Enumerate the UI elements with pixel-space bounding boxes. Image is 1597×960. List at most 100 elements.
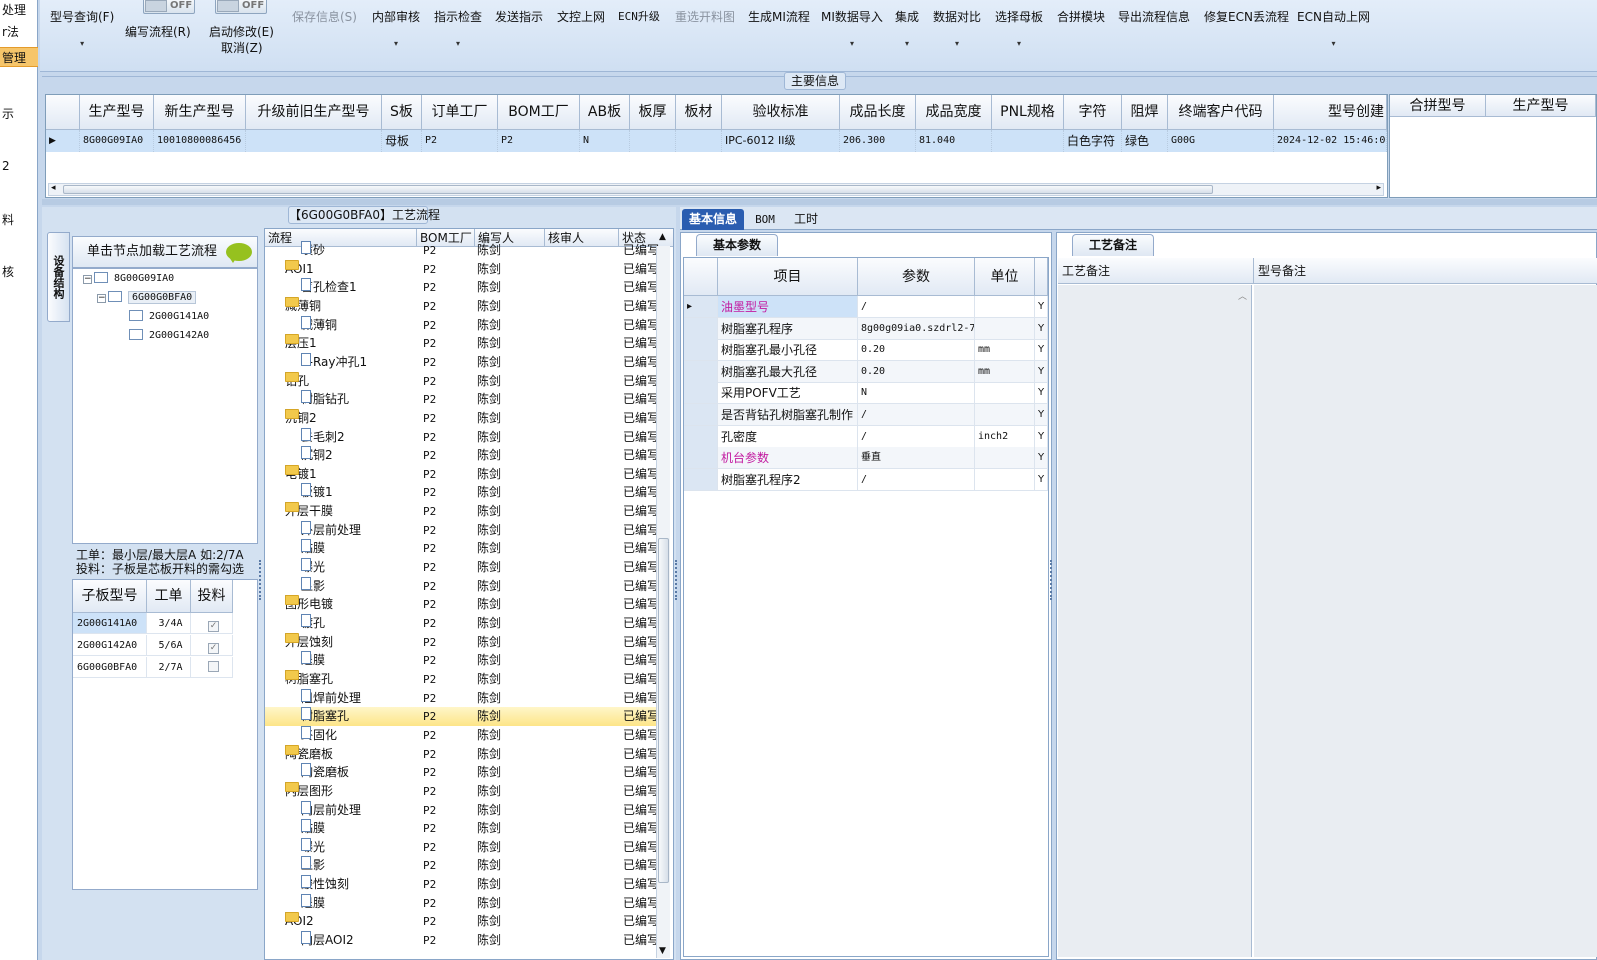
process-row[interactable]: −减薄铜P2陈剑已编写 bbox=[265, 296, 659, 316]
param-cell[interactable] bbox=[975, 382, 1035, 405]
process-row[interactable]: −树脂塞孔P2陈剑已编写 bbox=[265, 669, 659, 689]
table-cell[interactable] bbox=[676, 130, 722, 152]
process-row[interactable]: −AOI1P2陈剑已编写 bbox=[265, 259, 659, 279]
process-row[interactable]: 终固化 P2 陈剑 已编写 bbox=[265, 725, 659, 745]
nav-item[interactable]: 2 bbox=[0, 156, 38, 176]
column-header[interactable]: AB板 bbox=[580, 95, 630, 130]
process-row[interactable]: 显影 P2 陈剑 已编写 bbox=[265, 576, 659, 596]
checkbox-checked[interactable]: ✓ bbox=[208, 621, 219, 632]
param-cell[interactable]: mm bbox=[975, 360, 1035, 383]
doc-control-online-button[interactable]: 文控上网 bbox=[557, 8, 605, 25]
column-header[interactable]: 子板型号 bbox=[73, 580, 147, 613]
param-cell[interactable]: 树脂塞孔最小孔径 bbox=[718, 339, 858, 362]
column-header[interactable]: PNL规格 bbox=[992, 95, 1064, 130]
tree-node[interactable]: 2G00G141A0 bbox=[129, 309, 209, 325]
nav-item[interactable]: 料 bbox=[0, 210, 38, 230]
write-flow-button[interactable]: 编写流程(R) bbox=[125, 23, 191, 40]
process-row[interactable]: X-Ray冲孔1 P2 陈剑 已编写 bbox=[265, 352, 659, 372]
param-cell[interactable]: Y bbox=[1035, 317, 1048, 340]
scroll-right-icon[interactable]: ▸ bbox=[1376, 183, 1381, 193]
mi-data-import-button[interactable]: MI数据导入 ▾ bbox=[821, 8, 883, 49]
process-row[interactable]: 板镀1 P2 陈剑 已编写 bbox=[265, 483, 659, 502]
table-cell[interactable]: 2G00G141A0 bbox=[73, 613, 147, 634]
column-header[interactable]: 型号创建 bbox=[1274, 95, 1387, 130]
param-cell[interactable]: Y bbox=[1035, 360, 1048, 383]
param-cell[interactable]: 树脂塞孔最大孔径 bbox=[718, 360, 858, 383]
toggle-switch-icon[interactable]: OFF bbox=[143, 0, 195, 14]
param-cell[interactable]: 0.20 bbox=[858, 339, 975, 362]
table-cell[interactable]: 母板 bbox=[382, 130, 422, 152]
param-cell[interactable]: / bbox=[858, 296, 975, 318]
checkbox-checked[interactable]: ✓ bbox=[208, 643, 219, 654]
process-row[interactable]: 显影 P2 陈剑 已编写 bbox=[265, 856, 659, 875]
process-row[interactable]: −陶瓷磨板P2陈剑已编写 bbox=[265, 744, 659, 764]
param-cell[interactable]: / bbox=[858, 425, 975, 448]
process-row[interactable]: 内层AOI2 P2 陈剑 已编写 bbox=[265, 931, 659, 950]
splitter-grip[interactable] bbox=[259, 560, 263, 600]
data-compare-button[interactable]: 数据对比 ▾ bbox=[933, 8, 981, 49]
process-row[interactable]: −钻孔P2陈剑已编写 bbox=[265, 371, 659, 391]
column-header[interactable]: 阻焊 bbox=[1122, 95, 1168, 130]
toggle-switch-icon[interactable]: OFF bbox=[215, 0, 267, 14]
param-cell[interactable]: inch2 bbox=[975, 425, 1035, 448]
param-row[interactable]: 是否背钻孔树脂塞孔制作 / Y bbox=[684, 404, 1048, 426]
table-cell[interactable]: 绿色 bbox=[1122, 130, 1168, 152]
table-cell[interactable]: IPC-6012 II级 bbox=[722, 130, 840, 152]
tree-node-selected[interactable]: −6G00G0BFA0 bbox=[97, 290, 197, 306]
nav-item[interactable]: 核 bbox=[0, 262, 38, 282]
process-row[interactable]: 盲孔检查1 P2 陈剑 已编写 bbox=[265, 278, 659, 297]
param-cell[interactable]: Y bbox=[1035, 382, 1048, 405]
nav-item[interactable]: 处理 bbox=[0, 0, 38, 20]
export-flow-info-button[interactable]: 导出流程信息 bbox=[1118, 8, 1190, 25]
process-row[interactable]: 沉铜2 P2 陈剑 已编写 bbox=[265, 446, 659, 465]
column-header[interactable]: 参数 bbox=[858, 258, 975, 296]
scroll-up-icon[interactable]: ︿ bbox=[1238, 289, 1247, 302]
process-row[interactable]: −层压1P2陈剑已编写 bbox=[265, 334, 659, 353]
param-row[interactable]: ▸ 油墨型号 / Y bbox=[684, 296, 1048, 318]
process-row[interactable]: −内层图形P2陈剑已编写 bbox=[265, 781, 659, 801]
process-row[interactable]: 减薄铜 P2 陈剑 已编写 bbox=[265, 315, 659, 335]
param-row[interactable]: 树脂塞孔程序2/ Y bbox=[684, 468, 1048, 491]
send-instruction-button[interactable]: 发送指示 bbox=[495, 8, 543, 25]
param-cell[interactable]: 采用POFV工艺 bbox=[718, 382, 858, 405]
nav-item[interactable]: r法 bbox=[0, 22, 38, 42]
process-row[interactable]: 退膜 P2 陈剑 已编写 bbox=[265, 651, 659, 670]
column-header[interactable]: S板 bbox=[382, 95, 422, 130]
column-header[interactable]: 项目 bbox=[718, 258, 858, 296]
param-cell[interactable]: Y bbox=[1035, 339, 1048, 362]
table-cell[interactable]: 2/7A bbox=[147, 657, 191, 678]
param-cell[interactable]: 机台参数 bbox=[718, 447, 858, 470]
fix-ecn-lost-flow-button[interactable]: 修复ECN丢流程 bbox=[1204, 8, 1289, 25]
collapse-icon[interactable]: − bbox=[97, 294, 106, 303]
process-row[interactable]: 退膜 P2 陈剑 已编写 bbox=[265, 893, 659, 913]
param-cell[interactable]: / bbox=[858, 404, 975, 426]
horizontal-splitter[interactable] bbox=[42, 199, 1597, 205]
scroll-up-icon[interactable]: ▲ bbox=[659, 232, 666, 242]
table-cell[interactable]: 白色字符 bbox=[1064, 130, 1122, 152]
param-cell[interactable]: 树脂塞孔程序2 bbox=[718, 468, 858, 491]
param-row[interactable]: 采用POFV工艺 N Y bbox=[684, 382, 1048, 405]
param-cell[interactable]: 8g00g09ia0.szdrl2-7 bbox=[858, 317, 975, 340]
column-header[interactable]: 投料 bbox=[191, 580, 233, 613]
splitter-grip[interactable] bbox=[1050, 560, 1054, 600]
tab-basic-params[interactable]: 基本参数 bbox=[696, 234, 778, 256]
model-remark-textarea[interactable] bbox=[1254, 285, 1597, 957]
integrate-button[interactable]: 集成 ▾ bbox=[895, 8, 919, 49]
table-cell[interactable]: 2G00G142A0 bbox=[73, 635, 147, 656]
cancel-button[interactable]: 取消(Z) bbox=[221, 39, 263, 56]
table-cell[interactable]: ✓ bbox=[191, 613, 233, 634]
tree-node[interactable]: −8G00G09IA0 bbox=[83, 271, 174, 287]
process-row[interactable]: 陶瓷磨板 P2 陈剑 已编写 bbox=[265, 763, 659, 782]
table-cell[interactable]: 8G00G09IA0 bbox=[80, 130, 154, 152]
process-row[interactable]: 阻焊前处理 P2 陈剑 已编写 bbox=[265, 688, 659, 708]
horizontal-scrollbar[interactable]: ◂ ▸ bbox=[48, 183, 1384, 196]
structure-vertical-tab[interactable]: 设备结构 bbox=[47, 232, 70, 322]
table-cell[interactable]: 3/4A bbox=[147, 613, 191, 634]
tab-basic-info[interactable]: 基本信息 bbox=[682, 209, 744, 230]
param-cell[interactable]: 垂直 bbox=[858, 447, 975, 470]
param-cell[interactable]: 0.20 bbox=[858, 360, 975, 383]
check-instruction-button[interactable]: 指示检查 ▾ bbox=[434, 8, 482, 49]
param-cell[interactable]: 油墨型号 bbox=[718, 296, 858, 318]
param-cell[interactable]: 孔密度 bbox=[718, 425, 858, 448]
table-cell[interactable] bbox=[630, 130, 676, 152]
